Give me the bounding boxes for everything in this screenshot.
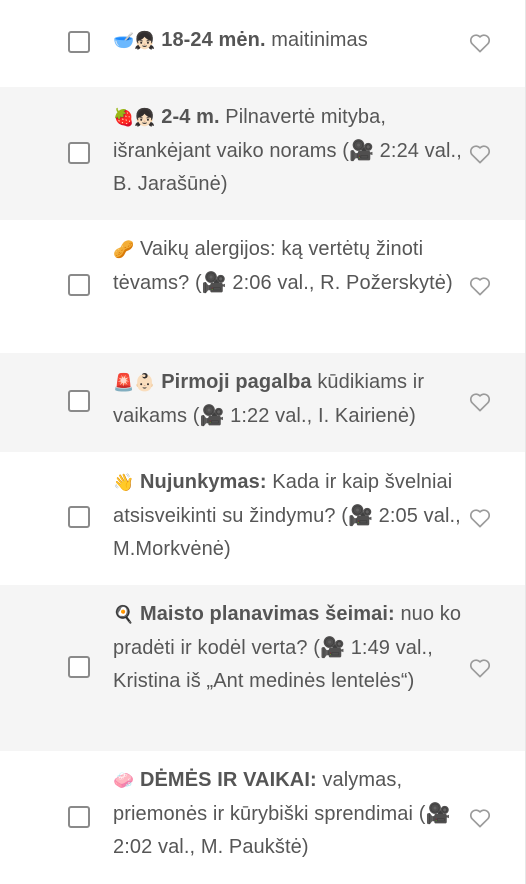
lesson-emoji: 🥣👧🏻 — [113, 31, 156, 51]
lesson-emoji: 👋 — [113, 473, 135, 493]
lesson-title[interactable]: 🥜 Vaikų alergijos: ką vertėtų žinoti tėv… — [113, 233, 465, 300]
heart-outline-icon[interactable] — [469, 33, 491, 53]
heart-outline-icon[interactable] — [469, 392, 491, 412]
heart-outline-icon[interactable] — [469, 658, 491, 678]
lesson-title[interactable]: 🥣👧🏻 18-24 mėn. maitinimas — [113, 24, 465, 58]
heart-outline-icon[interactable] — [469, 276, 491, 296]
lesson-title-bold: 18-24 mėn. — [161, 29, 266, 51]
lesson-title[interactable]: 🍓👧🏻 2-4 m. Pilnavertė mityba, išrankėjan… — [113, 101, 465, 201]
list-item: 🥣👧🏻 18-24 mėn. maitinimas — [0, 0, 525, 87]
lesson-title[interactable]: 🧼 DĖMĖS IR VAIKAI: valymas, priemonės ir… — [113, 764, 465, 864]
heart-outline-icon[interactable] — [469, 144, 491, 164]
lesson-checkbox[interactable] — [68, 506, 90, 528]
lesson-title[interactable]: 👋 Nujunkymas: Kada ir kaip švelniai atsi… — [113, 466, 465, 566]
lesson-emoji: 🍳 — [113, 605, 135, 625]
lesson-title[interactable]: 🚨👶🏻 Pirmoji pagalba kūdikiams ir vaikams… — [113, 366, 465, 433]
course-lesson-list: 🥣👧🏻 18-24 mėn. maitinimas 🍓👧🏻 2-4 m. Pil… — [0, 0, 526, 884]
list-item: 👋 Nujunkymas: Kada ir kaip švelniai atsi… — [0, 452, 525, 585]
list-item: 🍓👧🏻 2-4 m. Pilnavertė mityba, išrankėjan… — [0, 87, 525, 220]
heart-outline-icon[interactable] — [469, 508, 491, 528]
lesson-emoji: 🚨👶🏻 — [113, 373, 156, 393]
list-item: 🥜 Vaikų alergijos: ką vertėtų žinoti tėv… — [0, 220, 525, 353]
lesson-title-rest: maitinimas — [265, 29, 368, 51]
list-item: 🍳 Maisto planavimas šeimai: nuo ko pradė… — [0, 585, 525, 751]
lesson-checkbox[interactable] — [68, 656, 90, 678]
lesson-checkbox[interactable] — [68, 390, 90, 412]
heart-outline-icon[interactable] — [469, 808, 491, 828]
lesson-checkbox[interactable] — [68, 806, 90, 828]
lesson-title-rest: Vaikų alergijos: ką vertėtų žinoti tėvam… — [113, 238, 453, 294]
lesson-checkbox[interactable] — [68, 274, 90, 296]
lesson-checkbox[interactable] — [68, 31, 90, 53]
lesson-title-bold: Pirmoji pagalba — [161, 371, 312, 393]
lesson-emoji: 🧼 — [113, 771, 135, 791]
lesson-title[interactable]: 🍳 Maisto planavimas šeimai: nuo ko pradė… — [113, 598, 465, 698]
lesson-title-bold: 2-4 m. — [161, 106, 220, 128]
list-item: 🚨👶🏻 Pirmoji pagalba kūdikiams ir vaikams… — [0, 353, 525, 452]
lesson-title-bold: DĖMĖS IR VAIKAI: — [139, 769, 317, 791]
lesson-title-bold: Maisto planavimas šeimai: — [139, 603, 395, 625]
lesson-checkbox[interactable] — [68, 142, 90, 164]
lesson-emoji: 🥜 — [113, 240, 135, 260]
lesson-title-bold: Nujunkymas: — [139, 471, 267, 493]
lesson-emoji: 🍓👧🏻 — [113, 108, 156, 128]
list-item: 🧼 DĖMĖS IR VAIKAI: valymas, priemonės ir… — [0, 751, 525, 884]
